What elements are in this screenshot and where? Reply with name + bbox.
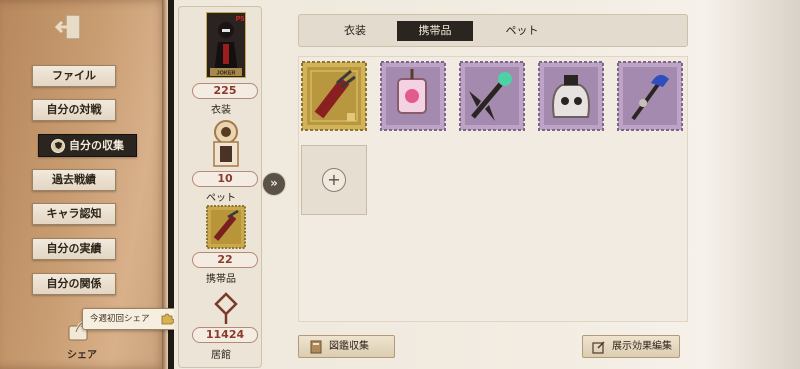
share-tooltip-text: 今週初回シェア bbox=[90, 314, 150, 324]
dark-winged-staff-icon[interactable] bbox=[459, 61, 525, 131]
pet-figure-icon[interactable] bbox=[206, 118, 246, 168]
blue-hat-cane-icon[interactable] bbox=[617, 61, 683, 131]
sidebar-item-my-collection[interactable]: 自分の収集 bbox=[38, 134, 137, 157]
card-badge-text: P5 bbox=[236, 16, 245, 23]
accessory-count: 22 bbox=[192, 252, 258, 268]
book-icon bbox=[310, 340, 322, 353]
card-name-text: JOKER bbox=[217, 71, 236, 77]
sidebar-item-character-recognition[interactable]: キャラ認知 bbox=[32, 203, 116, 225]
white-ghost-jar-icon[interactable] bbox=[538, 61, 604, 131]
pet-count: 10 bbox=[192, 171, 258, 187]
expand-chevron-icon[interactable]: » bbox=[262, 172, 286, 196]
shield-icon bbox=[51, 138, 65, 153]
residence-diamond-icon[interactable] bbox=[206, 290, 246, 328]
sidebar-item-file[interactable]: ファイル bbox=[32, 65, 116, 87]
tab-pet[interactable]: ペット bbox=[484, 21, 560, 41]
catalog-button-label: 図鑑収集 bbox=[329, 341, 369, 352]
residence-count: 11424 bbox=[192, 327, 258, 343]
share-tooltip: 今週初回シェア bbox=[82, 308, 180, 330]
sidebar-item-past-records[interactable]: 過去戦績 bbox=[32, 169, 116, 191]
catalog-collect-button[interactable]: 図鑑収集 bbox=[298, 335, 395, 358]
joker-costume-card-icon[interactable]: JOKER P5 bbox=[206, 12, 246, 78]
sidebar-item-my-relations[interactable]: 自分の関係 bbox=[32, 273, 116, 295]
red-glove-weapon-icon[interactable] bbox=[301, 61, 367, 131]
edit-icon bbox=[592, 340, 605, 354]
tab-costume[interactable]: 衣装 bbox=[317, 21, 393, 41]
residence-label: 居館 bbox=[211, 350, 231, 361]
display-edit-button-label: 展示効果編集 bbox=[612, 341, 672, 352]
tab-accessory[interactable]: 携帯品 bbox=[397, 21, 473, 41]
pink-lantern-icon[interactable] bbox=[380, 61, 446, 131]
share-label: シェア bbox=[67, 350, 97, 361]
sidebar-item-my-matches[interactable]: 自分の対戦 bbox=[32, 99, 116, 121]
collection-stats-column: JOKER P5 225 衣装 10 ペット 22 携帯品 11424 居館 bbox=[178, 6, 262, 368]
puzzle-icon bbox=[161, 313, 174, 325]
exit-door-icon[interactable] bbox=[52, 12, 88, 42]
display-effect-edit-button[interactable]: 展示効果編集 bbox=[582, 335, 680, 358]
costume-label: 衣装 bbox=[211, 105, 231, 116]
costume-count: 225 bbox=[192, 83, 258, 99]
add-item-slot[interactable]: + bbox=[301, 145, 367, 215]
accessory-label: 携帯品 bbox=[206, 274, 236, 285]
plus-icon: + bbox=[322, 168, 346, 192]
accessory-stamp-icon[interactable] bbox=[206, 205, 246, 249]
category-tab-bar: 衣装 携帯品 ペット bbox=[298, 14, 688, 47]
sidebar-item-label: 自分の収集 bbox=[69, 138, 124, 152]
pet-label: ペット bbox=[206, 193, 236, 204]
sidebar-item-my-achievements[interactable]: 自分の実績 bbox=[32, 238, 116, 260]
